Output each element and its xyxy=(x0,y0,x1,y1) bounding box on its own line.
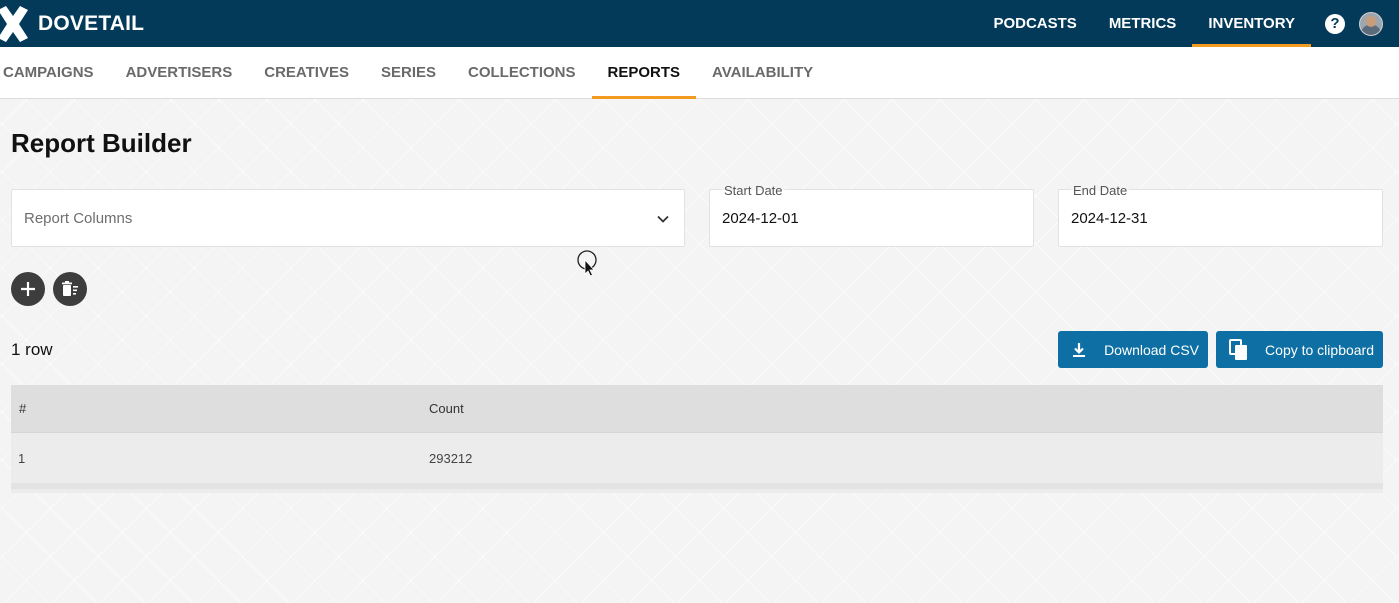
user-avatar[interactable] xyxy=(1359,11,1383,36)
download-csv-label: Download CSV xyxy=(1104,342,1199,358)
report-columns-select[interactable]: Report Columns xyxy=(11,189,685,247)
table-cell-number: 1 xyxy=(18,450,26,466)
tab-campaigns[interactable]: CAMPAIGNS xyxy=(0,47,110,98)
add-column-button[interactable] xyxy=(11,272,45,306)
table-row: 1 293212 xyxy=(11,432,1383,483)
nav-metrics[interactable]: METRICS xyxy=(1093,0,1193,47)
tab-creatives[interactable]: CREATIVES xyxy=(248,47,365,98)
download-icon xyxy=(1073,342,1085,357)
plus-icon xyxy=(21,282,35,296)
top-nav: PODCASTS METRICS INVENTORY ? xyxy=(977,0,1399,47)
tab-collections[interactable]: COLLECTIONS xyxy=(452,47,592,98)
start-date-label: Start Date xyxy=(722,183,785,198)
top-navbar: DOVETAIL PODCASTS METRICS INVENTORY ? xyxy=(0,0,1399,47)
copy-icon xyxy=(1229,338,1247,360)
section-tabs: CAMPAIGNS ADVERTISERS CREATIVES SERIES C… xyxy=(0,47,1399,99)
end-date-field[interactable]: End Date 2024-12-31 xyxy=(1058,183,1383,247)
brand-name: DOVETAIL xyxy=(38,11,145,35)
end-date-value[interactable]: 2024-12-31 xyxy=(1071,210,1148,227)
page-title: Report Builder xyxy=(11,128,192,158)
table-cell-count: 293212 xyxy=(429,450,473,466)
column-header-count[interactable]: Count xyxy=(429,401,1383,416)
start-date-field[interactable]: Start Date 2024-12-01 xyxy=(709,183,1034,247)
clear-columns-button[interactable] xyxy=(53,272,87,306)
end-date-label: End Date xyxy=(1071,183,1130,198)
copy-to-clipboard-label: Copy to clipboard xyxy=(1265,342,1374,358)
tab-series[interactable]: SERIES xyxy=(365,47,452,98)
start-date-value[interactable]: 2024-12-01 xyxy=(722,210,799,227)
copy-to-clipboard-button[interactable]: Copy to clipboard xyxy=(1216,331,1383,368)
table-header: # Count xyxy=(11,385,1383,432)
mouse-cursor-icon xyxy=(577,250,597,277)
tab-advertisers[interactable]: ADVERTISERS xyxy=(110,47,249,98)
report-table: # Count 1 293212 xyxy=(11,385,1383,483)
help-icon[interactable]: ? xyxy=(1325,13,1345,34)
clear-list-icon xyxy=(62,281,78,296)
nav-podcasts[interactable]: PODCASTS xyxy=(977,0,1092,47)
tab-availability[interactable]: AVAILABILITY xyxy=(696,47,829,98)
dovetail-x-icon xyxy=(0,5,28,42)
column-header-number[interactable]: # xyxy=(11,401,429,416)
brand-logo[interactable]: DOVETAIL xyxy=(0,0,144,47)
download-csv-button[interactable]: Download CSV xyxy=(1058,331,1208,368)
row-count: 1 row xyxy=(11,340,53,359)
report-columns-placeholder: Report Columns xyxy=(24,210,133,227)
chevron-down-icon xyxy=(657,215,669,223)
tab-reports[interactable]: REPORTS xyxy=(591,47,697,99)
nav-inventory[interactable]: INVENTORY xyxy=(1192,0,1311,47)
